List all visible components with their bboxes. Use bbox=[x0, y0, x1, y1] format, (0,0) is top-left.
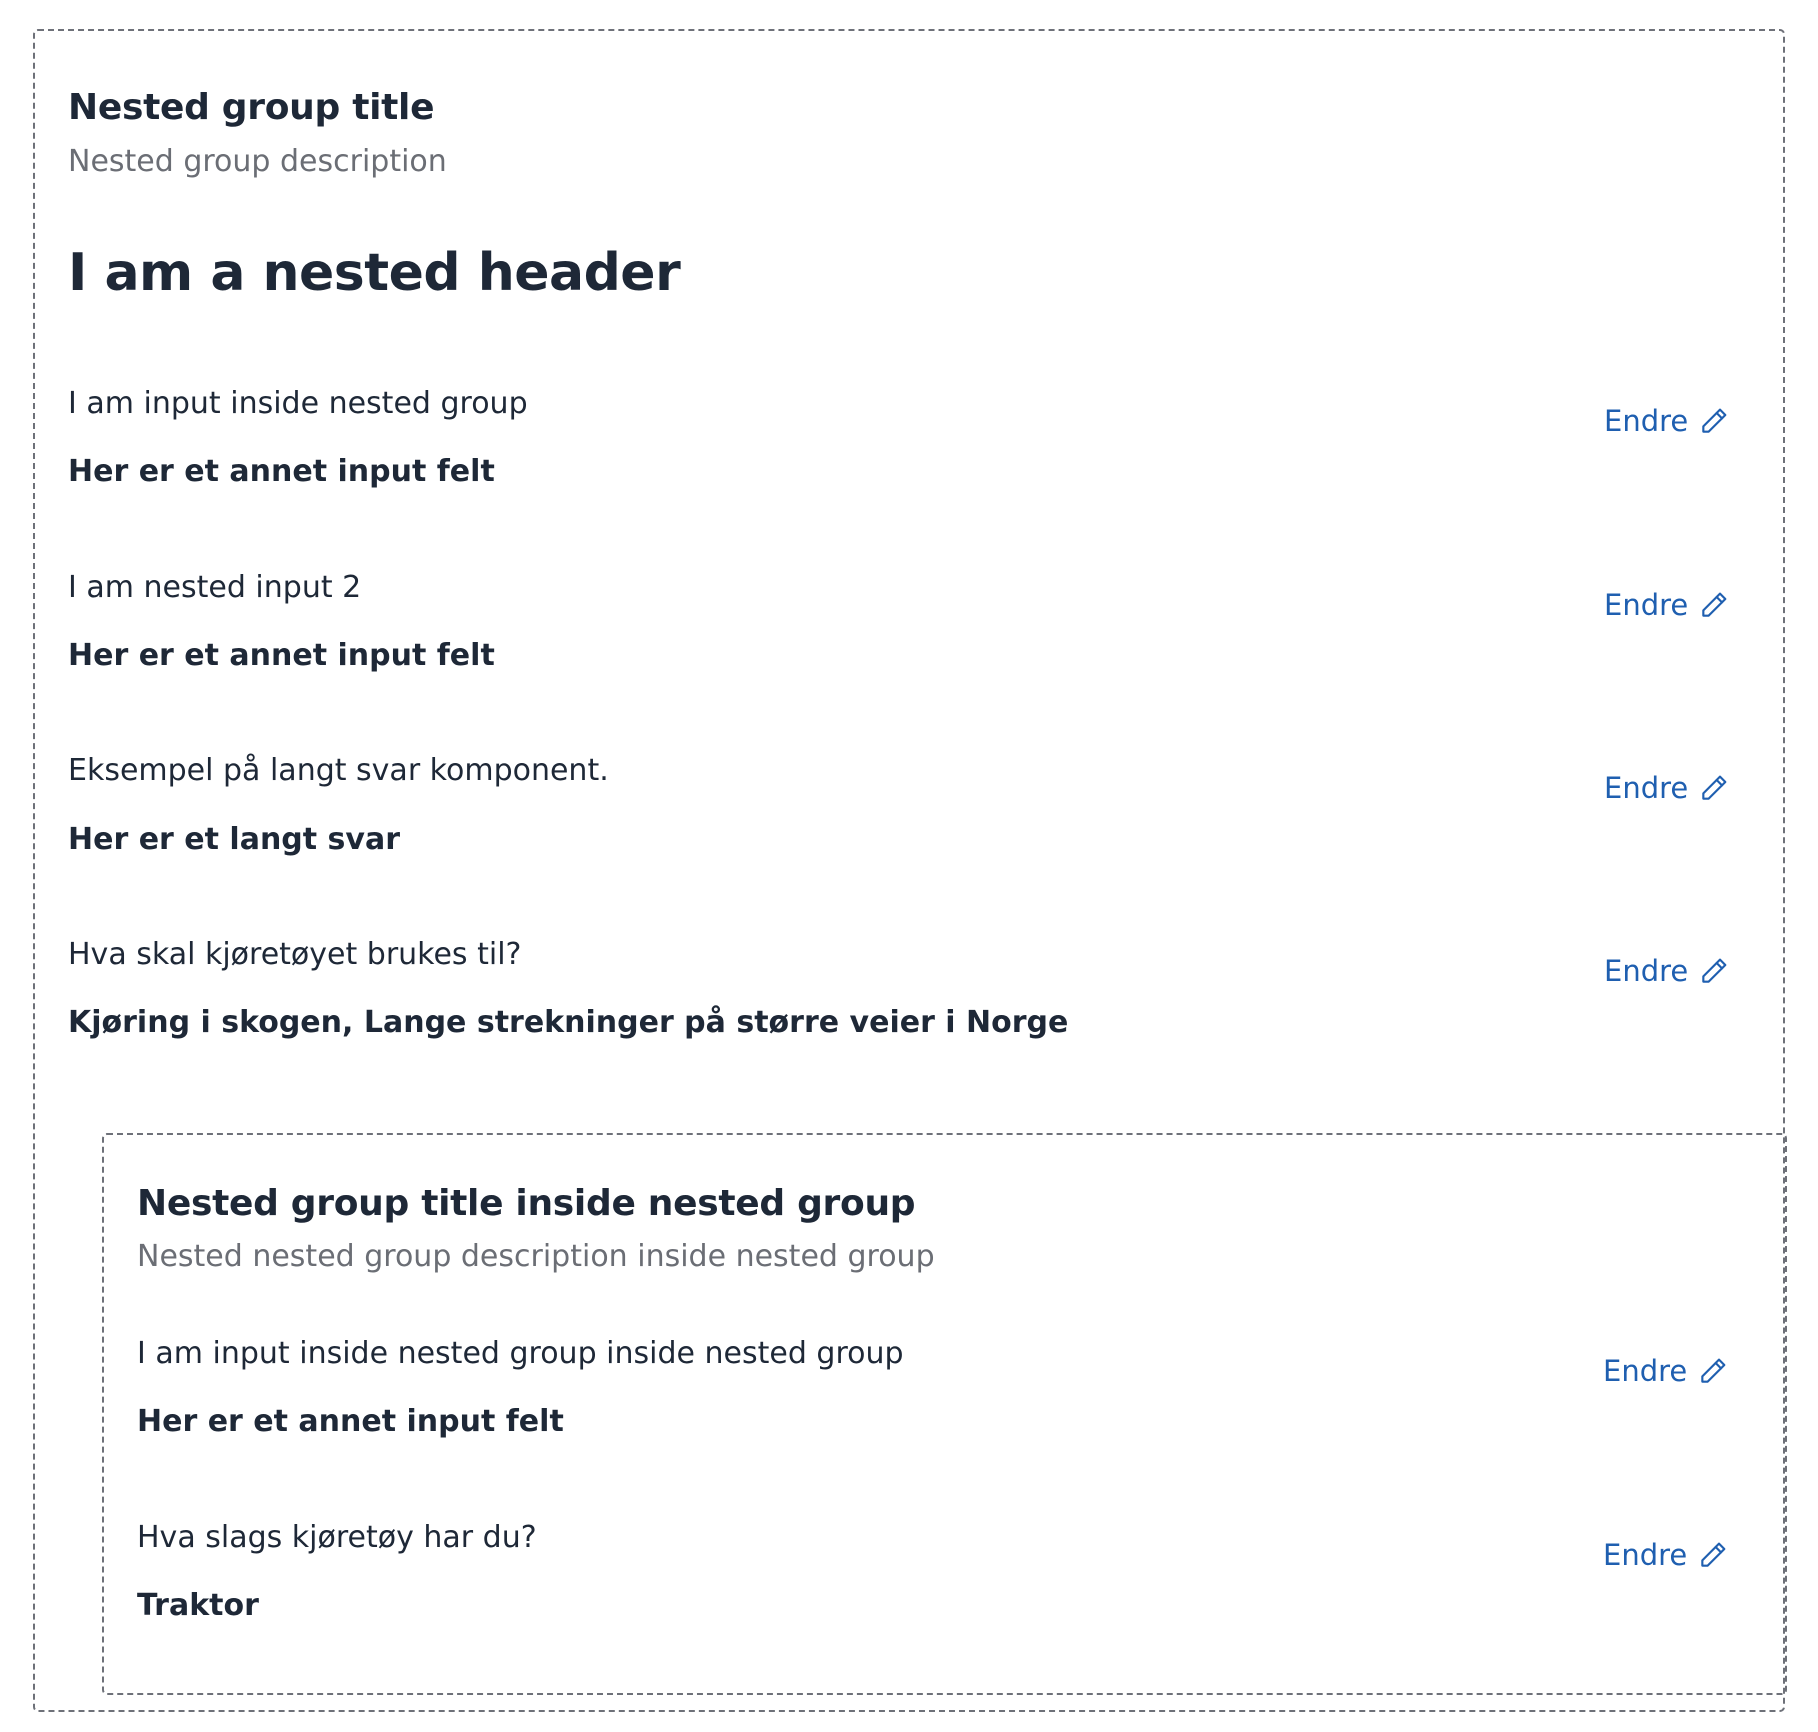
nested-group-description: Nested nested group description inside n… bbox=[137, 1239, 935, 1274]
edit-button-label: Endre bbox=[1603, 1538, 1688, 1572]
pencil-icon bbox=[1701, 1358, 1726, 1383]
nested-group: Nested group title Nested group descript… bbox=[33, 29, 1787, 1712]
answer-value: Kjøring i skogen, Lange strekninger på s… bbox=[68, 1005, 1069, 1040]
pencil-icon bbox=[1702, 408, 1727, 433]
edit-button-label: Endre bbox=[1604, 404, 1689, 438]
nested-group-inner: Nested group title inside nested group N… bbox=[102, 1133, 1787, 1695]
edit-button[interactable]: Endre bbox=[1604, 953, 1730, 989]
question-label: I am input inside nested group bbox=[68, 386, 528, 421]
pencil-icon bbox=[1702, 592, 1727, 617]
question-label: Hva slags kjøretøy har du? bbox=[137, 1520, 537, 1555]
answer-value: Her er et annet input felt bbox=[68, 454, 495, 489]
edit-button[interactable]: Endre bbox=[1603, 1353, 1729, 1389]
edit-button[interactable]: Endre bbox=[1604, 403, 1730, 439]
answer-value: Her er et annet input felt bbox=[68, 638, 495, 673]
edit-button-label: Endre bbox=[1604, 954, 1689, 988]
answer-value: Her er et langt svar bbox=[68, 822, 401, 857]
pencil-icon bbox=[1702, 775, 1727, 800]
group-title: Nested group title bbox=[68, 87, 435, 128]
question-label: Eksempel på langt svar komponent. bbox=[68, 753, 609, 788]
nested-header: I am a nested header bbox=[68, 243, 681, 303]
edit-button[interactable]: Endre bbox=[1604, 587, 1730, 623]
edit-button[interactable]: Endre bbox=[1604, 770, 1730, 806]
group-description: Nested group description bbox=[68, 144, 447, 179]
edit-button-label: Endre bbox=[1604, 588, 1689, 622]
answer-value: Her er et annet input felt bbox=[137, 1404, 564, 1439]
nested-group-title: Nested group title inside nested group bbox=[137, 1183, 916, 1224]
question-label: I am input inside nested group inside ne… bbox=[137, 1336, 904, 1371]
edit-button-label: Endre bbox=[1603, 1354, 1688, 1388]
edit-button-label: Endre bbox=[1604, 771, 1689, 805]
edit-button[interactable]: Endre bbox=[1603, 1537, 1729, 1573]
question-label: I am nested input 2 bbox=[68, 570, 362, 605]
question-label: Hva skal kjøretøyet brukes til? bbox=[68, 937, 522, 972]
pencil-icon bbox=[1702, 958, 1727, 983]
answer-value: Traktor bbox=[137, 1588, 259, 1623]
pencil-icon bbox=[1701, 1542, 1726, 1567]
